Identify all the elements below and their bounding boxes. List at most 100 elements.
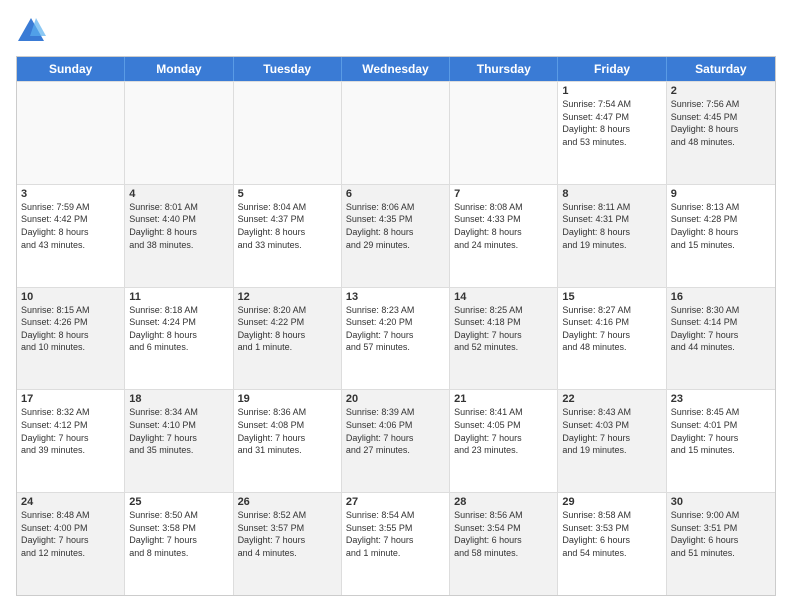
day-details: Sunrise: 8:54 AM Sunset: 3:55 PM Dayligh… <box>346 509 445 559</box>
day-details: Sunrise: 8:23 AM Sunset: 4:20 PM Dayligh… <box>346 304 445 354</box>
day-number: 29 <box>562 496 661 508</box>
day-cell-1: 1Sunrise: 7:54 AM Sunset: 4:47 PM Daylig… <box>558 82 666 184</box>
empty-cell <box>17 82 125 184</box>
day-details: Sunrise: 8:41 AM Sunset: 4:05 PM Dayligh… <box>454 406 553 456</box>
day-number: 7 <box>454 188 553 200</box>
day-cell-25: 25Sunrise: 8:50 AM Sunset: 3:58 PM Dayli… <box>125 493 233 595</box>
day-details: Sunrise: 8:34 AM Sunset: 4:10 PM Dayligh… <box>129 406 228 456</box>
calendar-body: 1Sunrise: 7:54 AM Sunset: 4:47 PM Daylig… <box>17 81 775 595</box>
day-number: 28 <box>454 496 553 508</box>
day-details: Sunrise: 8:48 AM Sunset: 4:00 PM Dayligh… <box>21 509 120 559</box>
day-number: 4 <box>129 188 228 200</box>
day-details: Sunrise: 8:56 AM Sunset: 3:54 PM Dayligh… <box>454 509 553 559</box>
calendar-header: SundayMondayTuesdayWednesdayThursdayFrid… <box>17 57 775 81</box>
empty-cell <box>450 82 558 184</box>
day-number: 12 <box>238 291 337 303</box>
day-number: 16 <box>671 291 771 303</box>
day-cell-16: 16Sunrise: 8:30 AM Sunset: 4:14 PM Dayli… <box>667 288 775 390</box>
day-cell-30: 30Sunrise: 9:00 AM Sunset: 3:51 PM Dayli… <box>667 493 775 595</box>
day-number: 21 <box>454 393 553 405</box>
calendar-row-3: 17Sunrise: 8:32 AM Sunset: 4:12 PM Dayli… <box>17 389 775 492</box>
day-cell-22: 22Sunrise: 8:43 AM Sunset: 4:03 PM Dayli… <box>558 390 666 492</box>
day-details: Sunrise: 7:56 AM Sunset: 4:45 PM Dayligh… <box>671 98 771 148</box>
day-cell-24: 24Sunrise: 8:48 AM Sunset: 4:00 PM Dayli… <box>17 493 125 595</box>
day-details: Sunrise: 7:54 AM Sunset: 4:47 PM Dayligh… <box>562 98 661 148</box>
logo-icon <box>16 16 46 46</box>
day-details: Sunrise: 7:59 AM Sunset: 4:42 PM Dayligh… <box>21 201 120 251</box>
day-details: Sunrise: 8:43 AM Sunset: 4:03 PM Dayligh… <box>562 406 661 456</box>
day-number: 5 <box>238 188 337 200</box>
day-details: Sunrise: 8:32 AM Sunset: 4:12 PM Dayligh… <box>21 406 120 456</box>
calendar-row-1: 3Sunrise: 7:59 AM Sunset: 4:42 PM Daylig… <box>17 184 775 287</box>
day-details: Sunrise: 9:00 AM Sunset: 3:51 PM Dayligh… <box>671 509 771 559</box>
day-cell-13: 13Sunrise: 8:23 AM Sunset: 4:20 PM Dayli… <box>342 288 450 390</box>
day-number: 26 <box>238 496 337 508</box>
header-day-friday: Friday <box>558 57 666 81</box>
day-cell-5: 5Sunrise: 8:04 AM Sunset: 4:37 PM Daylig… <box>234 185 342 287</box>
calendar-row-4: 24Sunrise: 8:48 AM Sunset: 4:00 PM Dayli… <box>17 492 775 595</box>
day-details: Sunrise: 8:30 AM Sunset: 4:14 PM Dayligh… <box>671 304 771 354</box>
day-number: 20 <box>346 393 445 405</box>
calendar-row-0: 1Sunrise: 7:54 AM Sunset: 4:47 PM Daylig… <box>17 81 775 184</box>
header-day-sunday: Sunday <box>17 57 125 81</box>
day-details: Sunrise: 8:39 AM Sunset: 4:06 PM Dayligh… <box>346 406 445 456</box>
day-number: 22 <box>562 393 661 405</box>
header <box>16 16 776 46</box>
day-number: 3 <box>21 188 120 200</box>
day-number: 13 <box>346 291 445 303</box>
day-number: 1 <box>562 85 661 97</box>
day-cell-7: 7Sunrise: 8:08 AM Sunset: 4:33 PM Daylig… <box>450 185 558 287</box>
day-details: Sunrise: 8:52 AM Sunset: 3:57 PM Dayligh… <box>238 509 337 559</box>
day-cell-10: 10Sunrise: 8:15 AM Sunset: 4:26 PM Dayli… <box>17 288 125 390</box>
day-details: Sunrise: 8:15 AM Sunset: 4:26 PM Dayligh… <box>21 304 120 354</box>
day-number: 9 <box>671 188 771 200</box>
day-cell-21: 21Sunrise: 8:41 AM Sunset: 4:05 PM Dayli… <box>450 390 558 492</box>
logo <box>16 16 50 46</box>
day-cell-17: 17Sunrise: 8:32 AM Sunset: 4:12 PM Dayli… <box>17 390 125 492</box>
day-cell-19: 19Sunrise: 8:36 AM Sunset: 4:08 PM Dayli… <box>234 390 342 492</box>
page: SundayMondayTuesdayWednesdayThursdayFrid… <box>0 0 792 612</box>
day-cell-27: 27Sunrise: 8:54 AM Sunset: 3:55 PM Dayli… <box>342 493 450 595</box>
day-details: Sunrise: 8:50 AM Sunset: 3:58 PM Dayligh… <box>129 509 228 559</box>
day-number: 6 <box>346 188 445 200</box>
day-number: 2 <box>671 85 771 97</box>
day-details: Sunrise: 8:20 AM Sunset: 4:22 PM Dayligh… <box>238 304 337 354</box>
day-details: Sunrise: 8:18 AM Sunset: 4:24 PM Dayligh… <box>129 304 228 354</box>
day-details: Sunrise: 8:06 AM Sunset: 4:35 PM Dayligh… <box>346 201 445 251</box>
day-number: 17 <box>21 393 120 405</box>
day-number: 19 <box>238 393 337 405</box>
header-day-thursday: Thursday <box>450 57 558 81</box>
day-details: Sunrise: 8:01 AM Sunset: 4:40 PM Dayligh… <box>129 201 228 251</box>
day-details: Sunrise: 8:11 AM Sunset: 4:31 PM Dayligh… <box>562 201 661 251</box>
calendar: SundayMondayTuesdayWednesdayThursdayFrid… <box>16 56 776 596</box>
day-number: 11 <box>129 291 228 303</box>
header-day-saturday: Saturday <box>667 57 775 81</box>
day-cell-29: 29Sunrise: 8:58 AM Sunset: 3:53 PM Dayli… <box>558 493 666 595</box>
day-details: Sunrise: 8:25 AM Sunset: 4:18 PM Dayligh… <box>454 304 553 354</box>
day-cell-28: 28Sunrise: 8:56 AM Sunset: 3:54 PM Dayli… <box>450 493 558 595</box>
day-details: Sunrise: 8:58 AM Sunset: 3:53 PM Dayligh… <box>562 509 661 559</box>
day-cell-9: 9Sunrise: 8:13 AM Sunset: 4:28 PM Daylig… <box>667 185 775 287</box>
day-cell-20: 20Sunrise: 8:39 AM Sunset: 4:06 PM Dayli… <box>342 390 450 492</box>
day-details: Sunrise: 8:08 AM Sunset: 4:33 PM Dayligh… <box>454 201 553 251</box>
day-details: Sunrise: 8:36 AM Sunset: 4:08 PM Dayligh… <box>238 406 337 456</box>
day-number: 23 <box>671 393 771 405</box>
day-details: Sunrise: 8:13 AM Sunset: 4:28 PM Dayligh… <box>671 201 771 251</box>
day-number: 25 <box>129 496 228 508</box>
day-cell-12: 12Sunrise: 8:20 AM Sunset: 4:22 PM Dayli… <box>234 288 342 390</box>
day-number: 14 <box>454 291 553 303</box>
day-cell-15: 15Sunrise: 8:27 AM Sunset: 4:16 PM Dayli… <box>558 288 666 390</box>
day-details: Sunrise: 8:27 AM Sunset: 4:16 PM Dayligh… <box>562 304 661 354</box>
header-day-tuesday: Tuesday <box>234 57 342 81</box>
day-cell-6: 6Sunrise: 8:06 AM Sunset: 4:35 PM Daylig… <box>342 185 450 287</box>
day-number: 30 <box>671 496 771 508</box>
day-cell-4: 4Sunrise: 8:01 AM Sunset: 4:40 PM Daylig… <box>125 185 233 287</box>
day-number: 27 <box>346 496 445 508</box>
day-cell-11: 11Sunrise: 8:18 AM Sunset: 4:24 PM Dayli… <box>125 288 233 390</box>
empty-cell <box>234 82 342 184</box>
day-details: Sunrise: 8:04 AM Sunset: 4:37 PM Dayligh… <box>238 201 337 251</box>
day-cell-3: 3Sunrise: 7:59 AM Sunset: 4:42 PM Daylig… <box>17 185 125 287</box>
day-cell-14: 14Sunrise: 8:25 AM Sunset: 4:18 PM Dayli… <box>450 288 558 390</box>
day-cell-26: 26Sunrise: 8:52 AM Sunset: 3:57 PM Dayli… <box>234 493 342 595</box>
day-number: 15 <box>562 291 661 303</box>
